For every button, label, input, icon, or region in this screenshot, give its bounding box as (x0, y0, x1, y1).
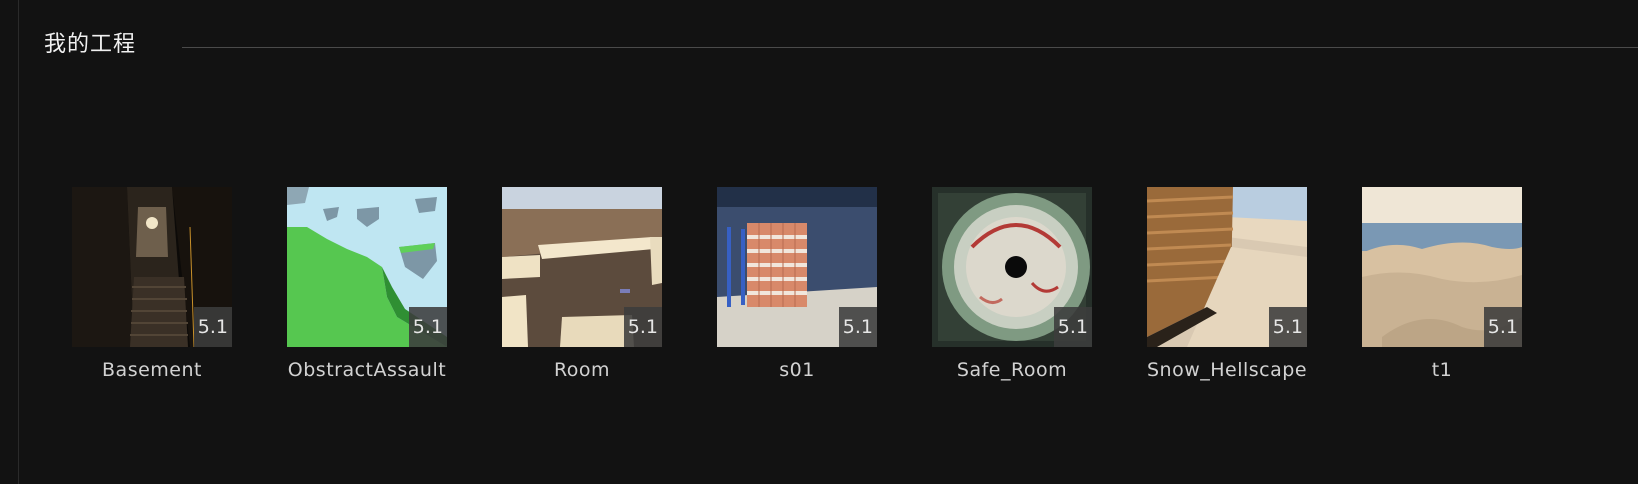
project-tile-room[interactable]: 5.1 Room (502, 187, 662, 381)
project-thumbnail[interactable]: 5.1 (502, 187, 662, 347)
engine-version-badge: 5.1 (193, 307, 232, 347)
project-thumbnail[interactable]: 5.1 (932, 187, 1092, 347)
section-divider (182, 47, 1638, 48)
project-grid: 5.1 Basement 5.1 ObstractAssault 5.1 Roo… (72, 187, 1572, 387)
section-title: 我的工程 (44, 32, 137, 57)
project-name: ObstractAssault (287, 359, 447, 381)
engine-version-badge: 5.1 (1268, 307, 1307, 347)
project-name: Safe_Room (956, 359, 1068, 381)
project-tile-safe-room[interactable]: 5.1 Safe_Room (932, 187, 1092, 381)
project-tile-s01[interactable]: 5.1 s01 (717, 187, 877, 381)
project-browser: 我的工程 5.1 Basement 5.1 ObstractAssault 5.… (0, 0, 1638, 484)
left-rail-divider (18, 0, 19, 484)
engine-version-badge: 5.1 (623, 307, 662, 347)
my-projects-header: 我的工程 (44, 24, 1638, 60)
project-tile-t1[interactable]: 5.1 t1 (1362, 187, 1522, 381)
engine-version-badge: 5.1 (408, 307, 447, 347)
project-name: Room (553, 359, 611, 381)
engine-version-badge: 5.1 (838, 307, 877, 347)
engine-version-badge: 5.1 (1483, 307, 1522, 347)
project-thumbnail[interactable]: 5.1 (72, 187, 232, 347)
project-name: Snow_Hellscape (1146, 359, 1308, 381)
project-tile-obstractassault[interactable]: 5.1 ObstractAssault (287, 187, 447, 381)
project-thumbnail[interactable]: 5.1 (287, 187, 447, 347)
project-thumbnail[interactable]: 5.1 (717, 187, 877, 347)
project-thumbnail[interactable]: 5.1 (1147, 187, 1307, 347)
project-name: t1 (1431, 359, 1453, 381)
project-tile-snow-hellscape[interactable]: 5.1 Snow_Hellscape (1147, 187, 1307, 381)
project-name: s01 (779, 359, 815, 381)
engine-version-badge: 5.1 (1053, 307, 1092, 347)
project-name: Basement (102, 359, 202, 381)
project-tile-basement[interactable]: 5.1 Basement (72, 187, 232, 381)
project-thumbnail[interactable]: 5.1 (1362, 187, 1522, 347)
